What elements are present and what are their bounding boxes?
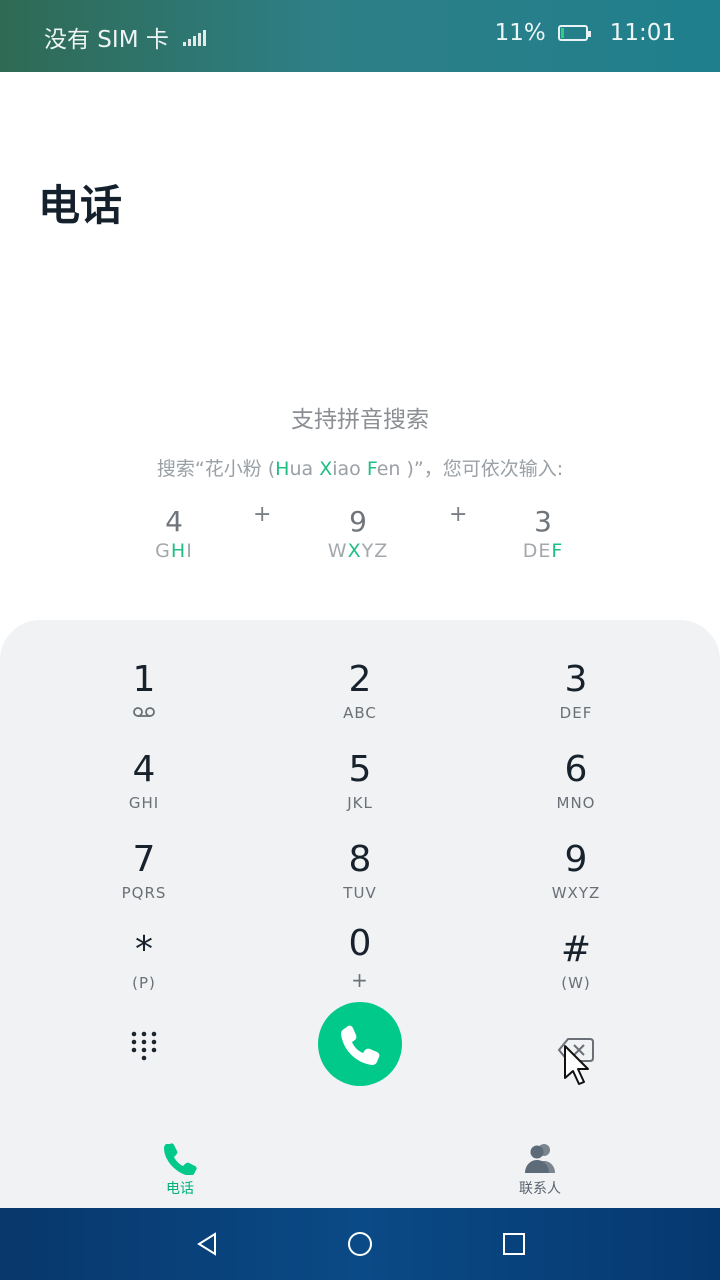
key-letters: TUV bbox=[343, 884, 377, 902]
tab-phone-label: 电话 bbox=[166, 1181, 194, 1197]
hint-key-letters: GHI bbox=[114, 540, 234, 562]
key-letters: JKL bbox=[347, 794, 373, 812]
key-digit: 6 bbox=[564, 749, 588, 790]
hint-key: 4 GHI bbox=[114, 505, 234, 562]
recents-button[interactable] bbox=[500, 1230, 528, 1258]
key-star[interactable]: * (P) bbox=[74, 930, 214, 1010]
key-digit: * bbox=[135, 929, 153, 970]
battery-icon bbox=[557, 25, 591, 41]
key-0[interactable]: 0 + bbox=[290, 924, 430, 1004]
status-bar: 没有 SIM 卡 11% 11:01 bbox=[0, 0, 720, 72]
hint-sub-suffix: )”，您可依次输入: bbox=[400, 458, 564, 480]
key-5[interactable]: 5 JKL bbox=[290, 750, 430, 830]
hint-sub-part: H bbox=[275, 458, 290, 480]
hint-key-digit: 9 bbox=[349, 505, 367, 538]
hint-sub-part: en bbox=[376, 458, 401, 480]
dialpad-icon[interactable] bbox=[128, 1030, 160, 1066]
key-hash[interactable]: # (W) bbox=[506, 930, 646, 1010]
hint-title: 支持拼音搜索 bbox=[291, 407, 429, 433]
key-letters: + bbox=[351, 968, 369, 992]
hint-keys: 4 GHI 9 WXYZ 3 DEF bbox=[0, 505, 720, 575]
navigation-bar bbox=[0, 1208, 720, 1280]
hint-key-letter: W bbox=[327, 540, 348, 562]
key-letters: (P) bbox=[132, 974, 156, 992]
back-button[interactable] bbox=[193, 1230, 221, 1258]
hint-key-digit: 4 bbox=[165, 505, 183, 538]
hint-sub-part: iao bbox=[332, 458, 367, 480]
hint-key-letter: G bbox=[155, 540, 171, 562]
key-7[interactable]: 7 PQRS bbox=[74, 840, 214, 920]
dialpad: 1 2 ABC 3 DEF 4 GHI 5 JKL 6 MNO 7 PQRS 8… bbox=[0, 620, 720, 1208]
key-digit: 8 bbox=[348, 839, 372, 880]
hint-key-letter: DE bbox=[522, 540, 552, 562]
hint-sub-part: ua bbox=[289, 458, 320, 480]
voicemail-icon bbox=[74, 704, 214, 722]
key-letters: MNO bbox=[556, 794, 596, 812]
tab-contacts[interactable]: 联系人 bbox=[480, 1140, 600, 1198]
key-2[interactable]: 2 ABC bbox=[290, 660, 430, 740]
call-button[interactable] bbox=[318, 1002, 402, 1086]
key-digit: 7 bbox=[132, 839, 156, 880]
home-button[interactable] bbox=[346, 1230, 374, 1258]
key-4[interactable]: 4 GHI bbox=[74, 750, 214, 830]
tab-phone[interactable]: 电话 bbox=[120, 1140, 240, 1198]
hint-subtitle: 搜索“花小粉 (Hua Xiao Fen )”，您可依次输入: bbox=[0, 454, 720, 481]
key-9[interactable]: 9 WXYZ bbox=[506, 840, 646, 920]
key-3[interactable]: 3 DEF bbox=[506, 660, 646, 740]
hint-key-letter-highlight: H bbox=[170, 540, 187, 562]
hint-key-letter-highlight: X bbox=[347, 540, 362, 562]
key-letters: WXYZ bbox=[551, 884, 601, 902]
key-6[interactable]: 6 MNO bbox=[506, 750, 646, 830]
hint-key-letters: DEF bbox=[483, 540, 603, 562]
key-digit: 0 bbox=[348, 923, 372, 964]
hint-plus: + bbox=[449, 502, 468, 527]
hint-key: 9 WXYZ bbox=[298, 505, 418, 562]
hint-sub-part: F bbox=[366, 458, 377, 480]
battery-percent: 11% bbox=[494, 20, 546, 46]
hint-sub-prefix: 搜索“花小粉 ( bbox=[156, 458, 276, 480]
hint-key-digit: 3 bbox=[534, 505, 552, 538]
hint-sub-part: X bbox=[319, 458, 333, 480]
phone-icon bbox=[341, 1025, 380, 1065]
battery-fill bbox=[560, 28, 564, 38]
key-8[interactable]: 8 TUV bbox=[290, 840, 430, 920]
key-digit: 9 bbox=[564, 839, 588, 880]
cursor-arrow-icon bbox=[563, 1044, 591, 1086]
hint-key-letters: WXYZ bbox=[298, 540, 418, 562]
contacts-icon bbox=[480, 1140, 600, 1176]
key-letters: PQRS bbox=[121, 884, 167, 902]
hint-key: 3 DEF bbox=[483, 505, 603, 562]
key-letters: DEF bbox=[559, 704, 593, 722]
key-digit: 1 bbox=[132, 659, 156, 700]
clock: 11:01 bbox=[609, 20, 676, 46]
key-digit: 4 bbox=[132, 749, 156, 790]
key-digit: # bbox=[560, 929, 592, 970]
key-1[interactable]: 1 bbox=[74, 660, 214, 740]
key-letters: GHI bbox=[128, 794, 160, 812]
phone-tab-icon bbox=[120, 1140, 240, 1176]
key-digit: 2 bbox=[348, 659, 372, 700]
hint-key-letter: YZ bbox=[361, 540, 389, 562]
signal-icon bbox=[182, 28, 206, 46]
hint-plus: + bbox=[253, 502, 272, 527]
hint-key-letter: I bbox=[186, 540, 193, 562]
status-left: 没有 SIM 卡 bbox=[44, 20, 206, 54]
tab-contacts-label: 联系人 bbox=[519, 1181, 561, 1197]
status-right: 11% 11:01 bbox=[495, 20, 676, 46]
page-title: 电话 bbox=[38, 181, 123, 230]
key-letters: (W) bbox=[561, 974, 591, 992]
key-digit: 5 bbox=[348, 749, 372, 790]
hint-key-letter-highlight: F bbox=[551, 540, 564, 562]
sim-status: 没有 SIM 卡 bbox=[44, 27, 169, 53]
key-letters: ABC bbox=[343, 704, 377, 722]
key-digit: 3 bbox=[564, 659, 588, 700]
